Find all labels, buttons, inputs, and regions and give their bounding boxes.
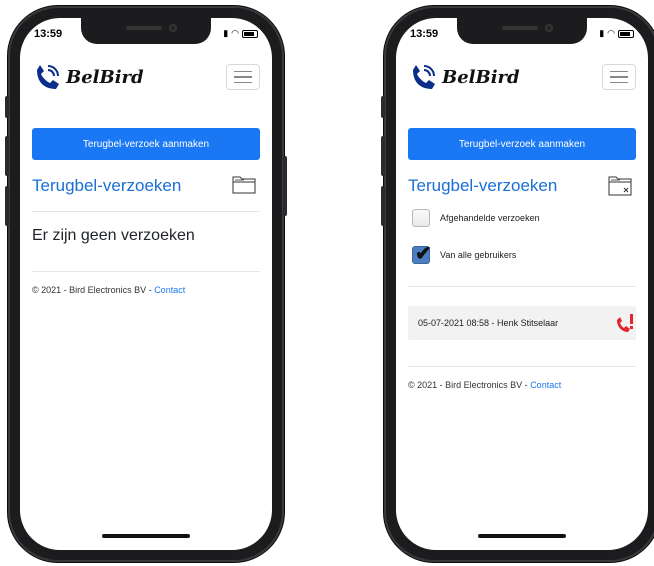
home-indicator[interactable] — [478, 534, 566, 538]
power-button — [283, 156, 287, 216]
phone-frame-left: 13:59 ▮ ◠ BelBird Terugbel-verzoek aanma… — [5, 6, 287, 562]
divider — [408, 286, 636, 287]
folder-icon[interactable] — [232, 174, 256, 194]
footer-copyright: © 2021 - Bird Electronics BV - — [32, 285, 155, 295]
brand-name: BelBird — [66, 66, 144, 88]
home-indicator[interactable] — [102, 534, 190, 538]
all-users-label: Van alle gebruikers — [440, 250, 517, 260]
divider — [32, 271, 260, 272]
battery-icon — [618, 29, 634, 38]
page-title: Terugbel-verzoeken — [32, 176, 182, 195]
notch — [457, 18, 587, 44]
navbar: BelBird — [408, 58, 636, 98]
checkmark-icon: ✔ — [415, 243, 432, 265]
divider — [32, 211, 260, 212]
brand-logo[interactable]: BelBird — [408, 62, 520, 92]
mute-switch — [381, 96, 385, 118]
footer-copyright: © 2021 - Bird Electronics BV - — [408, 380, 531, 390]
contact-link[interactable]: Contact — [530, 380, 561, 390]
status-icons: ▮ ◠ — [223, 28, 258, 39]
volume-up-button — [381, 136, 385, 176]
phone-alert-icon[interactable] — [614, 312, 636, 334]
volume-down-button — [381, 186, 385, 226]
brand-name: BelBird — [442, 66, 520, 88]
brand-logo[interactable]: BelBird — [32, 62, 144, 92]
status-time: 13:59 — [34, 28, 63, 40]
battery-icon — [242, 29, 258, 38]
filter-all-users[interactable]: ✔ Van alle gebruikers — [412, 243, 517, 265]
list-item[interactable]: 05-07-2021 08:58 - Henk Stitselaar — [408, 306, 636, 340]
footer: © 2021 - Bird Electronics BV - Contact — [32, 285, 185, 295]
volume-down-button — [5, 186, 9, 226]
notch — [81, 18, 211, 44]
menu-toggle-button[interactable] — [226, 64, 260, 90]
create-request-button[interactable]: Terugbel-verzoek aanmaken — [32, 128, 260, 160]
navbar: BelBird — [32, 58, 260, 98]
phone-logo-icon — [37, 65, 59, 89]
screen-left: 13:59 ▮ ◠ BelBird Terugbel-verzoek aanma… — [20, 18, 272, 550]
divider — [408, 366, 636, 367]
signal-icon: ▮ — [599, 28, 605, 38]
footer: © 2021 - Bird Electronics BV - Contact — [408, 380, 561, 390]
contact-link[interactable]: Contact — [154, 285, 185, 295]
filter-handled[interactable]: Afgehandelde verzoeken — [412, 209, 540, 227]
menu-icon — [234, 70, 252, 73]
handled-checkbox[interactable] — [412, 209, 430, 227]
page-title: Terugbel-verzoeken — [408, 176, 558, 195]
wifi-icon: ◠ — [607, 28, 615, 38]
volume-up-button — [5, 136, 9, 176]
empty-state-message: Er zijn geen verzoeken — [32, 227, 195, 244]
status-icons: ▮ ◠ — [599, 28, 634, 39]
all-users-checkbox[interactable]: ✔ — [412, 243, 432, 265]
phone-frame-right: 13:59 ▮ ◠ BelBird Terugbel-verzoek aanma… — [381, 6, 654, 562]
screen-right: 13:59 ▮ ◠ BelBird Terugbel-verzoek aanma… — [396, 18, 648, 550]
signal-icon: ▮ — [223, 28, 229, 38]
mute-switch — [5, 96, 9, 118]
phone-logo-icon — [413, 65, 435, 89]
menu-icon — [610, 70, 628, 73]
create-request-button[interactable]: Terugbel-verzoek aanmaken — [408, 128, 636, 160]
folder-closed-icon[interactable] — [608, 174, 632, 196]
handled-label: Afgehandelde verzoeken — [440, 213, 540, 223]
request-text: 05-07-2021 08:58 - Henk Stitselaar — [418, 318, 559, 328]
status-time: 13:59 — [410, 28, 439, 40]
menu-toggle-button[interactable] — [602, 64, 636, 90]
wifi-icon: ◠ — [231, 28, 239, 38]
